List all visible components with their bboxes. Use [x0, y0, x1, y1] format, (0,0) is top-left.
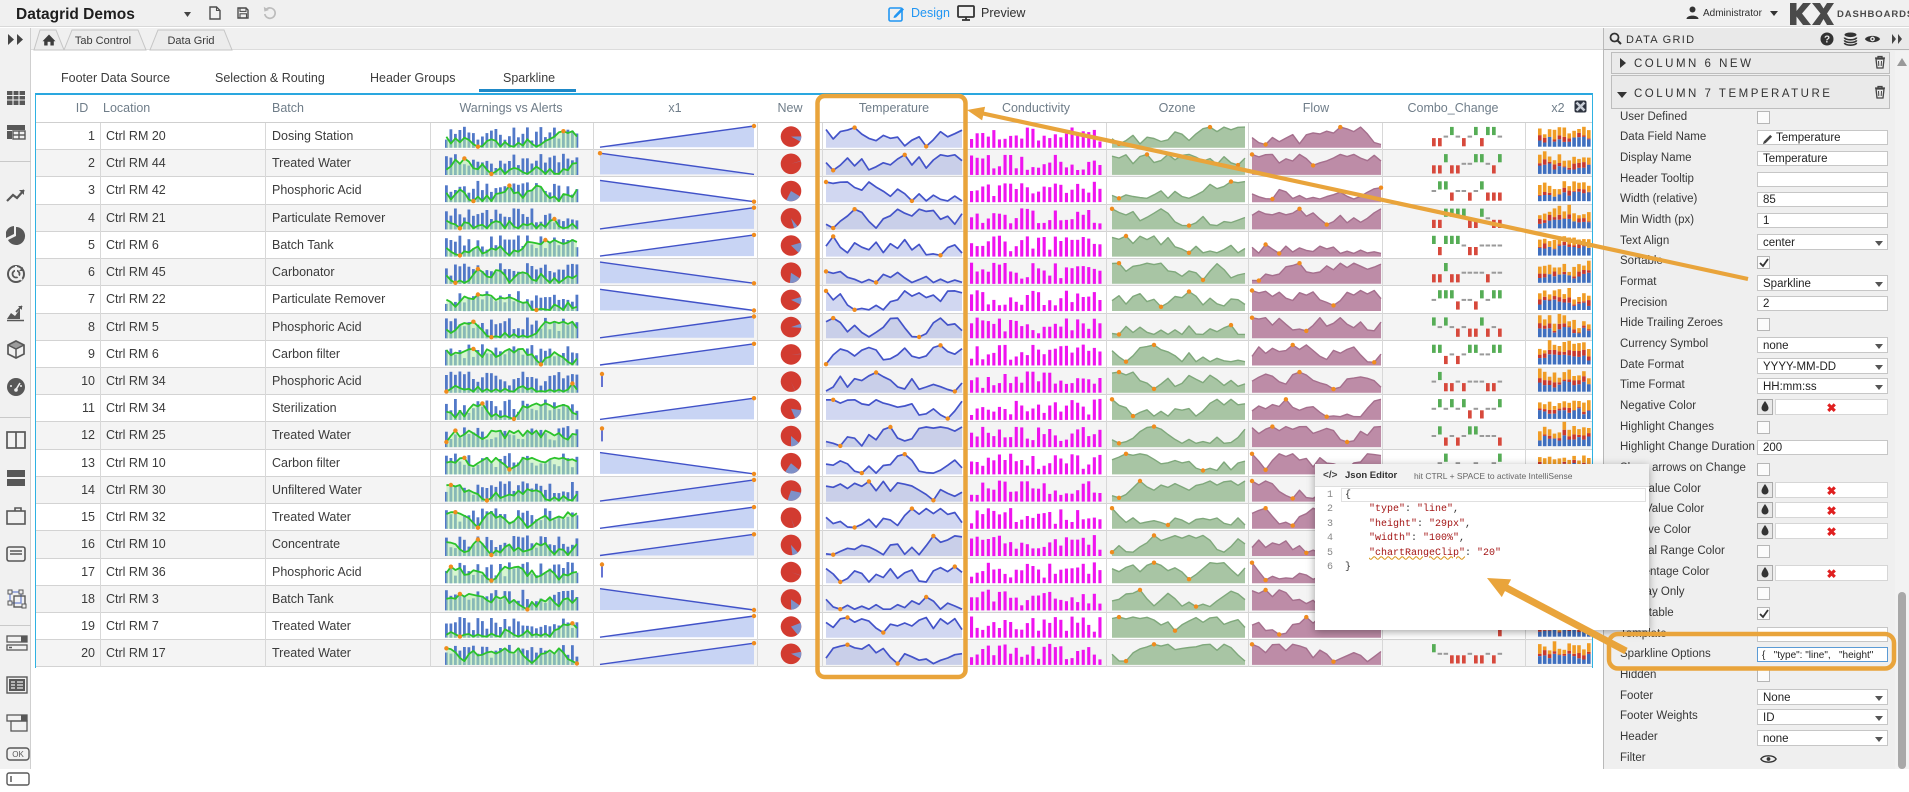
svg-text:Data Grid: Data Grid	[167, 35, 214, 47]
svg-text:Tab Control: Tab Control	[75, 35, 131, 47]
svg-text:?: ?	[1824, 35, 1830, 46]
svg-text:OK: OK	[12, 750, 24, 759]
